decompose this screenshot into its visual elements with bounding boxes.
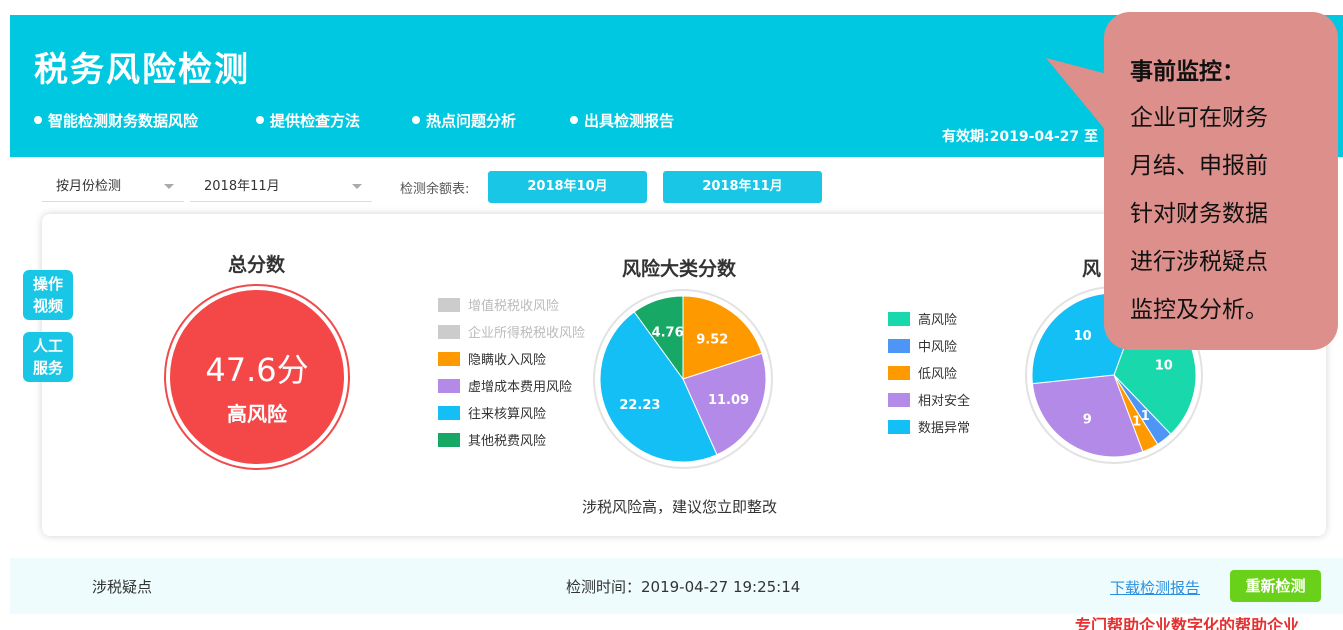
legend-swatch	[888, 366, 910, 380]
callout-line: 企业可在财务	[1130, 105, 1268, 131]
score-level: 高风险	[227, 402, 287, 426]
detect-time: 检测时间：2019-04-27 19:25:14	[566, 578, 801, 596]
tax-doubt-label: 涉税疑点	[92, 578, 153, 596]
pie-data-label: 9.52	[696, 333, 728, 348]
pie-data-label: 11.09	[708, 393, 749, 408]
feature-item: 提供检查方法	[256, 110, 360, 131]
feature-item: 出具检测报告	[570, 110, 674, 131]
legend-item[interactable]: 隐瞒收入风险	[438, 351, 585, 371]
detect-mode-select[interactable]: 按月份检测	[42, 172, 184, 202]
page-title: 税务风险检测	[34, 50, 250, 90]
balance-label: 检测余额表:	[400, 182, 470, 197]
callout-line: 监控及分析。	[1130, 297, 1268, 323]
chevron-down-icon	[164, 184, 174, 189]
footer-cut-text: 专门帮助企业数字化的帮助企业	[1075, 616, 1300, 630]
legend-item[interactable]: 数据异常	[888, 419, 970, 439]
level-chart-title: 风	[1082, 258, 1102, 280]
risk-advice: 涉税风险高，建议您立即整改	[582, 498, 778, 516]
legend-item[interactable]: 其他税费风险	[438, 432, 585, 452]
legend-swatch	[438, 352, 460, 366]
category-pie-chart: 9.52 11.09 22.23 4.76	[593, 289, 773, 469]
legend-swatch	[438, 406, 460, 420]
legend-item[interactable]: 增值税税收风险	[438, 297, 585, 317]
month-button-nov[interactable]: 2018年11月	[663, 171, 822, 203]
pie-data-label: 9	[1083, 412, 1092, 427]
feature-item: 智能检测财务数据风险	[34, 110, 198, 131]
callout-line: 针对财务数据	[1130, 201, 1268, 227]
download-report-link[interactable]: 下载检测报告	[1110, 577, 1200, 598]
callout-line: 进行涉税疑点	[1130, 249, 1268, 275]
legend-item[interactable]: 虚增成本费用风险	[438, 378, 585, 398]
callout-title: 事前监控：	[1130, 59, 1245, 85]
pie-data-label: 10	[1155, 359, 1173, 374]
tutorial-video-button[interactable]: 操作 视频	[23, 270, 73, 320]
category-legend: 增值税税收风险 企业所得税税收风险 隐瞒收入风险 虚增成本费用风险 往来核算风险…	[438, 297, 585, 452]
recheck-button[interactable]: 重新检测	[1230, 570, 1321, 602]
category-chart-title: 风险大类分数	[622, 258, 737, 280]
customer-service-button[interactable]: 人工 服务	[23, 332, 73, 382]
bullet-icon	[570, 116, 578, 124]
legend-item[interactable]: 企业所得税税收风险	[438, 324, 585, 344]
bullet-icon	[412, 116, 420, 124]
legend-swatch	[438, 298, 460, 312]
month-button-oct[interactable]: 2018年10月	[488, 171, 647, 203]
pie-data-label: 22.23	[619, 398, 660, 413]
bullet-icon	[34, 116, 42, 124]
month-select[interactable]: 2018年11月	[190, 172, 372, 202]
pie-data-label: 4.76	[652, 326, 684, 341]
callout-line: 月结、申报前	[1130, 153, 1268, 179]
bullet-icon	[256, 116, 264, 124]
feature-item: 热点问题分析	[412, 110, 516, 131]
legend-swatch	[438, 433, 460, 447]
legend-swatch	[888, 420, 910, 434]
legend-item[interactable]: 高风险	[888, 311, 970, 331]
legend-swatch	[888, 312, 910, 326]
legend-swatch	[438, 379, 460, 393]
legend-item[interactable]: 往来核算风险	[438, 405, 585, 425]
legend-item[interactable]: 低风险	[888, 365, 970, 385]
score-value: 47.6分	[205, 351, 309, 389]
legend-swatch	[438, 325, 460, 339]
level-legend: 高风险 中风险 低风险 相对安全 数据异常	[888, 311, 970, 439]
legend-swatch	[888, 393, 910, 407]
total-score-title: 总分数	[228, 254, 286, 276]
chevron-down-icon	[352, 184, 362, 189]
legend-item[interactable]: 中风险	[888, 338, 970, 358]
pie-data-label: 10	[1074, 329, 1092, 344]
legend-item[interactable]: 相对安全	[888, 392, 970, 412]
legend-swatch	[888, 339, 910, 353]
